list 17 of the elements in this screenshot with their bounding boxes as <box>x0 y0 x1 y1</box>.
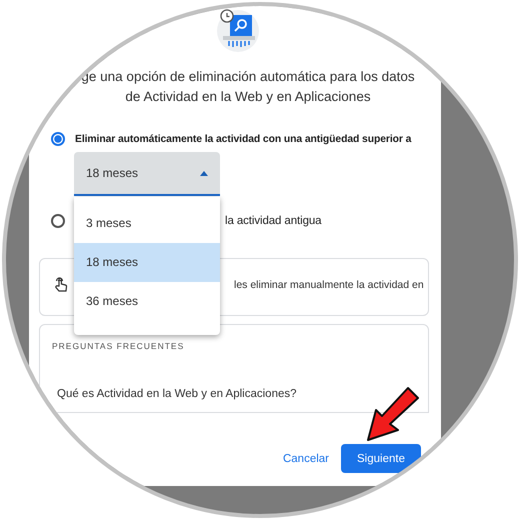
document-shredder-icon <box>215 9 261 53</box>
option-label: Eliminar automáticamente la actividad con una antigüedad superior a <box>75 134 412 144</box>
caret-icon <box>200 170 208 176</box>
select-field[interactable]: 18 meses <box>74 152 220 196</box>
faq-heading: PREGUNTAS FRECUENTES <box>52 341 186 351</box>
cancel-button[interactable]: Cancelar <box>282 444 329 472</box>
radio-button[interactable] <box>51 214 65 228</box>
card-text: les eliminar manualmente la actividad en <box>234 279 424 291</box>
next-button[interactable]: Siguiente <box>341 444 421 473</box>
radio-button[interactable] <box>51 132 65 146</box>
menu-item[interactable]: 18 meses <box>74 243 220 282</box>
hand-pointer-icon <box>54 277 68 293</box>
dialog-title: de Actividad en la Web y en Aplicaciones <box>125 89 371 104</box>
menu-item[interactable]: 3 meses <box>74 204 220 243</box>
option-label: la actividad antigua <box>225 215 322 227</box>
menu-item[interactable]: 36 meses <box>74 282 220 321</box>
faq-question[interactable]: Qué es Actividad en la Web y en Aplicaciones? <box>52 388 297 400</box>
